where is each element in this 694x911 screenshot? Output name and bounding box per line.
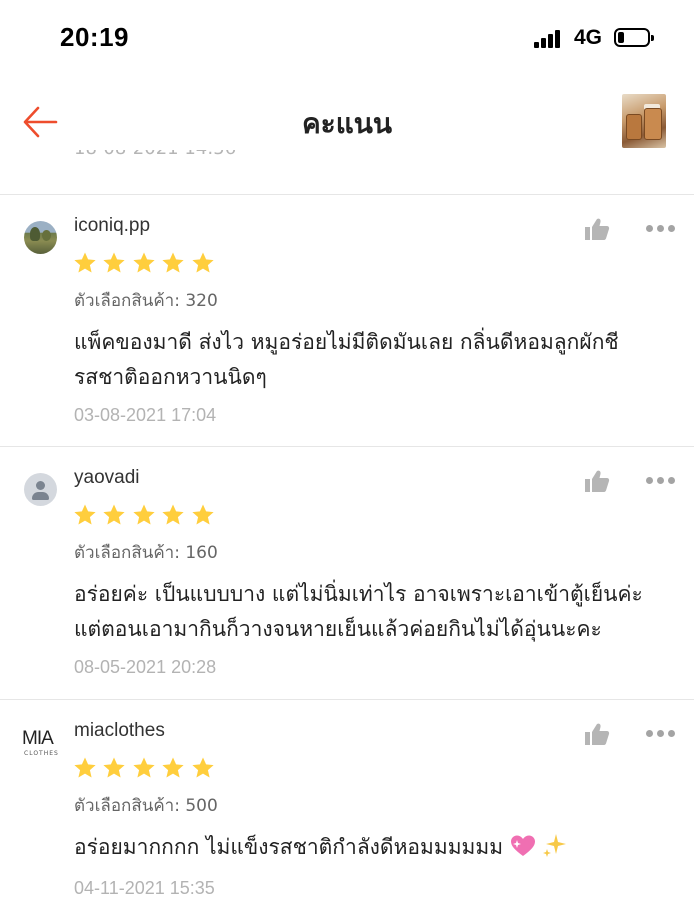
star-icon [133, 252, 155, 273]
avatar[interactable] [24, 221, 57, 254]
product-variation: ตัวเลือกสินค้า: 160 [74, 543, 218, 563]
star-icon [103, 252, 125, 273]
thumbs-up-icon[interactable] [584, 217, 610, 241]
more-options-icon[interactable] [646, 477, 676, 485]
star-icon [162, 252, 184, 273]
review-text: อร่อยมากกกก ไม่แข็งรสชาติกำลังดีหอมมมมมม [74, 835, 504, 859]
avatar[interactable]: MIA CLOTHES [20, 726, 60, 759]
network-type: 4G [574, 26, 603, 49]
product-variation: ตัวเลือกสินค้า: 320 [74, 291, 218, 311]
thumbs-up-icon[interactable] [584, 722, 610, 746]
star-icon [133, 504, 155, 525]
review-date: 08-05-2021 20:28 [74, 657, 217, 677]
star-icon [162, 757, 184, 778]
star-icon [191, 252, 214, 273]
review-date: 04-11-2021 15:35 [74, 878, 215, 898]
star-icon [162, 504, 184, 525]
review-item: MIA CLOTHES miaclothes ตัวเลือกสินค้า: 5… [0, 700, 694, 911]
status-time: 20:19 [60, 22, 129, 52]
default-avatar-icon[interactable] [24, 473, 57, 506]
sparkling-heart-icon [510, 835, 535, 856]
review-text-container: อร่อยมากกกก ไม่แข็งรสชาติกำลังดีหอมมมมมม [74, 830, 674, 865]
brand-logo: MIA [22, 728, 54, 749]
review-username: miaclothes [74, 720, 165, 741]
star-icon [74, 757, 96, 778]
review-username: iconiq.pp [74, 215, 151, 236]
previous-review-date: 18-08-2021 14:56 [74, 150, 236, 172]
star-icon [191, 757, 214, 778]
more-options-icon[interactable] [646, 730, 676, 738]
review-item: iconiq.pp ตัวเลือกสินค้า: 320 แพ็คของมาด… [0, 195, 694, 445]
star-icon [74, 252, 96, 273]
battery-icon [614, 28, 654, 47]
more-options-icon[interactable] [646, 225, 676, 233]
star-rating [73, 503, 215, 527]
star-rating [73, 251, 215, 275]
star-rating [73, 756, 215, 780]
review-date: 03-08-2021 17:04 [74, 405, 217, 425]
review-text: แพ็คของมาดี ส่งไว หมูอร่อยไม่มีติดมันเลย… [74, 330, 619, 389]
product-thumbnail[interactable] [622, 94, 666, 148]
sparkles-icon [543, 834, 567, 857]
page-title: คะแนน [301, 107, 393, 140]
star-icon [103, 504, 125, 525]
product-variation: ตัวเลือกสินค้า: 500 [74, 796, 218, 816]
star-icon [191, 504, 214, 525]
review-item: yaovadi ตัวเลือกสินค้า: 160 อร่อยค่ะ เป็… [0, 447, 694, 699]
star-icon [74, 504, 96, 525]
review-text: อร่อยค่ะ เป็นแบบบาง แต่ไม่นิ่มเท่าไร อาจ… [74, 582, 643, 641]
thumbs-up-icon[interactable] [584, 469, 610, 493]
cellular-signal-icon [534, 30, 566, 48]
brand-logo-sub: CLOTHES [24, 750, 59, 757]
review-username: yaovadi [74, 467, 140, 488]
star-icon [133, 757, 155, 778]
battery-level [618, 32, 624, 43]
status-bar: 20:19 4G [0, 0, 694, 78]
star-icon [103, 757, 125, 778]
